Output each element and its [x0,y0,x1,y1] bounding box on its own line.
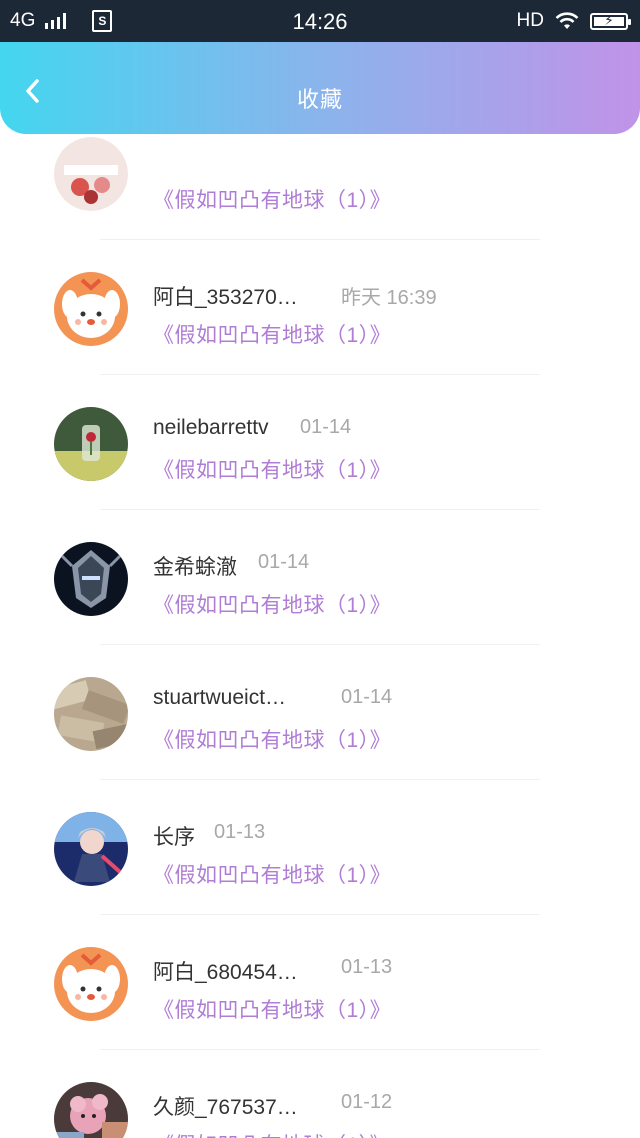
battery-icon: ⚡ [590,12,631,30]
user-name[interactable]: neilebarrettv [153,416,269,440]
work-title[interactable]: 《假如凹凸有地球（1）》 [153,589,391,619]
favorite-time: 01-12 [341,1091,393,1113]
work-title[interactable]: 《假如凹凸有地球（1）》 [153,859,391,889]
favorite-time: 01-14 [341,686,393,708]
work-title[interactable]: 《假如凹凸有地球（1）》 [153,319,391,349]
favorite-time: 01-13 [214,821,266,843]
user-name[interactable]: 金希蜍澈 [153,551,237,581]
favorite-time: 01-14 [258,551,310,573]
user-name[interactable]: 阿白_680454… [153,956,298,986]
work-title[interactable]: 《假如凹凸有地球（1）》 [153,724,391,754]
user-avatar[interactable] [54,677,128,751]
favorite-item[interactable]: 久颜_767537… 01-12 《假如凹凸有地球（1）》 [0,1050,640,1138]
favorite-item[interactable]: 阿白_353270… 昨天 16:39 《假如凹凸有地球（1）》 [0,240,640,375]
favorite-item[interactable]: 长序 01-13 《假如凹凸有地球（1）》 [0,780,640,915]
wifi-icon [555,12,579,29]
favorite-item[interactable]: stuartwueict… 01-14 《假如凹凸有地球（1）》 [0,645,640,780]
work-title[interactable]: 《假如凹凸有地球（1）》 [153,454,391,484]
favorite-item[interactable]: 《假如凹凸有地球（1）》 [0,120,640,240]
app-header: 收藏 [0,42,640,134]
page-title: 收藏 [296,87,343,112]
favorite-item[interactable]: 阿白_680454… 01-13 《假如凹凸有地球（1）》 [0,915,640,1050]
hd-label: HD [516,10,544,31]
user-avatar[interactable] [54,542,128,616]
favorite-time: 01-13 [341,956,393,978]
user-name[interactable]: 久颜_767537… [153,1091,298,1121]
work-title[interactable]: 《假如凹凸有地球（1）》 [153,1129,391,1138]
user-avatar[interactable] [54,947,128,1021]
status-right: HD ⚡ [516,10,631,32]
favorite-time: 01-14 [300,416,352,438]
favorite-item[interactable]: 金希蜍澈 01-14 《假如凹凸有地球（1）》 [0,510,640,645]
work-title[interactable]: 《假如凹凸有地球（1）》 [153,184,391,214]
favorites-list: 《假如凹凸有地球（1）》 阿白_353270… 昨天 16:39 《假如凹凸有地… [0,120,640,1138]
user-avatar[interactable] [54,812,128,886]
favorite-time: 昨天 16:39 [341,287,437,309]
status-bar: 4G S 14:26 HD ⚡ [0,0,640,42]
favorite-item[interactable]: neilebarrettv 01-14 《假如凹凸有地球（1）》 [0,375,640,510]
user-avatar[interactable] [54,1082,128,1138]
user-avatar[interactable] [54,407,128,481]
work-title[interactable]: 《假如凹凸有地球（1）》 [153,994,391,1024]
user-name[interactable]: stuartwueict… [153,686,286,710]
user-avatar[interactable] [54,137,128,211]
user-avatar[interactable] [54,272,128,346]
user-name[interactable]: 阿白_353270… [153,281,298,311]
user-name[interactable]: 长序 [153,821,195,851]
